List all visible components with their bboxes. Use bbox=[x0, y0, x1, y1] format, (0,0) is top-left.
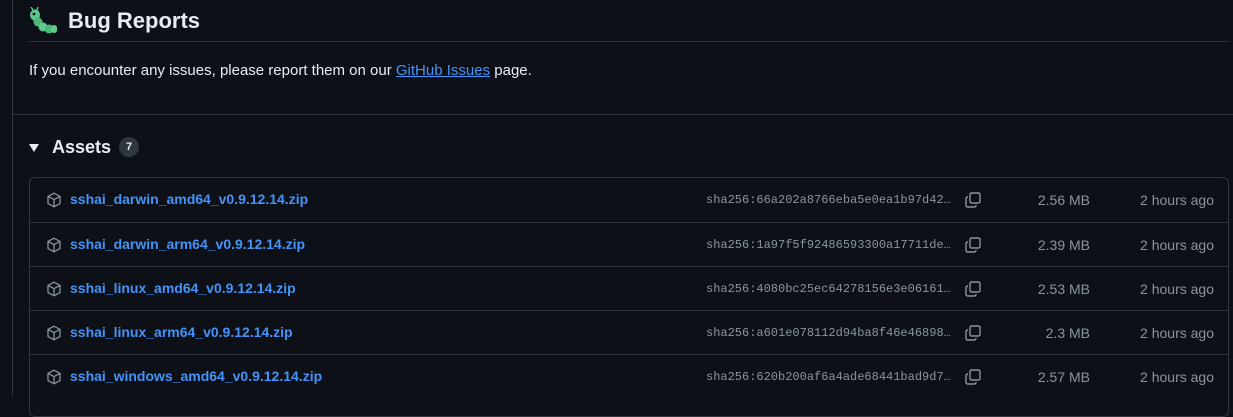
asset-size: 2.53 MB bbox=[1037, 281, 1090, 297]
asset-sha256: sha256:4080bc25ec64278156e3e0616128c… bbox=[706, 282, 952, 296]
asset-time: 2 hours ago bbox=[1140, 281, 1214, 297]
asset-size: 2.57 MB bbox=[1037, 369, 1090, 385]
asset-row: sshai_windows_amd64_v0.9.12.14.zip sha25… bbox=[30, 354, 1228, 398]
asset-sha256: sha256:a601e078112d94ba8f46e46898c09… bbox=[706, 326, 952, 340]
heading-underline bbox=[29, 41, 1229, 42]
asset-download-link[interactable]: sshai_windows_amd64_v0.9.12.14.zip bbox=[70, 368, 322, 384]
asset-row: sshai_darwin_arm64_v0.9.12.14.zip sha256… bbox=[30, 222, 1228, 266]
asset-download-link[interactable]: sshai_darwin_arm64_v0.9.12.14.zip bbox=[70, 236, 305, 252]
asset-row: sshai_linux_arm64_v0.9.12.14.zip sha256:… bbox=[30, 310, 1228, 354]
assets-title: Assets bbox=[52, 136, 112, 157]
github-issues-link[interactable]: GitHub Issues bbox=[396, 62, 490, 79]
copy-icon[interactable] bbox=[964, 236, 982, 254]
asset-size: 2.39 MB bbox=[1037, 237, 1090, 253]
bug-reports-paragraph: If you encounter any issues, please repo… bbox=[29, 60, 532, 82]
package-icon bbox=[47, 281, 61, 297]
assets-count-badge: 7 bbox=[119, 137, 140, 157]
asset-sha256: sha256:620b200af6a4ade68441bad9d74c1… bbox=[706, 370, 952, 384]
paragraph-text-before: If you encounter any issues, please repo… bbox=[29, 62, 396, 79]
asset-size: 2.56 MB bbox=[1037, 192, 1090, 208]
asset-time: 2 hours ago bbox=[1140, 192, 1214, 208]
asset-download-link[interactable]: sshai_linux_arm64_v0.9.12.14.zip bbox=[70, 324, 293, 340]
asset-download-link[interactable]: sshai_darwin_amd64_v0.9.12.14.zip bbox=[70, 191, 308, 207]
bug-reports-title: Bug Reports bbox=[68, 8, 200, 33]
copy-icon[interactable] bbox=[964, 191, 982, 209]
package-icon bbox=[47, 369, 61, 385]
asset-time: 2 hours ago bbox=[1140, 237, 1214, 253]
asset-time: 2 hours ago bbox=[1140, 325, 1214, 341]
paragraph-text-after: page. bbox=[490, 62, 532, 79]
asset-sha256: sha256:1a97f5f92486593300a17711de60b… bbox=[706, 238, 952, 252]
asset-row: sshai_linux_amd64_v0.9.12.14.zip sha256:… bbox=[30, 266, 1228, 310]
asset-size: 2.3 MB bbox=[1045, 325, 1090, 341]
asset-row: sshai_darwin_amd64_v0.9.12.14.zip sha256… bbox=[30, 178, 1228, 222]
copy-icon[interactable] bbox=[964, 368, 982, 386]
package-icon bbox=[47, 192, 61, 208]
assets-toggle[interactable]: Assets 7 bbox=[29, 134, 140, 160]
assets-list: sshai_darwin_amd64_v0.9.12.14.zip sha256… bbox=[29, 177, 1229, 417]
asset-download-link[interactable]: sshai_linux_amd64_v0.9.12.14.zip bbox=[70, 280, 296, 296]
package-icon bbox=[47, 325, 61, 341]
asset-time: 2 hours ago bbox=[1140, 369, 1214, 385]
asset-sha256: sha256:66a202a8766eba5e0ea1b97d42c21… bbox=[706, 193, 952, 207]
package-icon bbox=[47, 237, 61, 253]
copy-icon[interactable] bbox=[964, 324, 982, 342]
copy-icon[interactable] bbox=[964, 280, 982, 298]
section-divider bbox=[13, 114, 1233, 115]
caterpillar-bug-icon bbox=[30, 7, 57, 34]
bug-reports-heading: Bug Reports bbox=[29, 4, 200, 38]
caret-down-icon bbox=[29, 144, 39, 152]
